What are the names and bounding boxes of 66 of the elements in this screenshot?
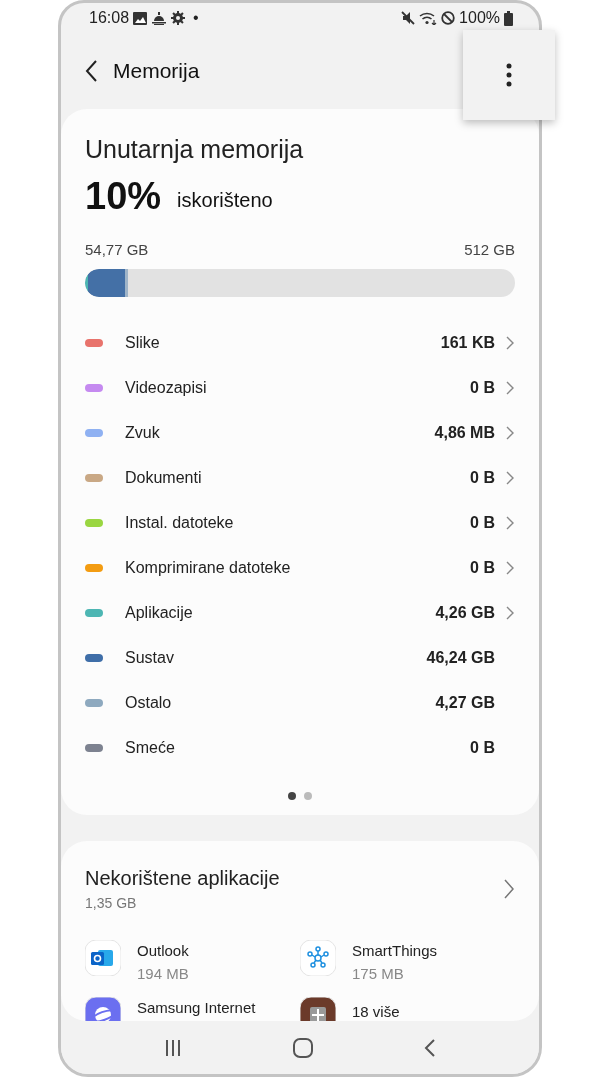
wifi-icon xyxy=(419,11,438,25)
app-name: 18 više xyxy=(352,1002,400,1021)
category-size: 4,27 GB xyxy=(435,692,495,713)
category-row[interactable]: Dokumenti 0 B xyxy=(85,455,515,500)
category-name: Ostalo xyxy=(125,692,172,713)
category-size: 0 B xyxy=(470,512,495,533)
category-row[interactable]: Aplikacije 4,26 GB xyxy=(85,590,515,635)
block-icon xyxy=(441,11,456,25)
usage-label: iskorišteno xyxy=(177,187,273,213)
outlook-icon xyxy=(85,940,121,976)
category-size: 0 B xyxy=(470,557,495,578)
battery-percent: 100% xyxy=(459,8,500,28)
app-name: SmartThings xyxy=(352,941,438,961)
category-row[interactable]: Slike 161 KB xyxy=(85,320,515,365)
usage-percent: 10% xyxy=(85,176,162,215)
page-indicator-dot[interactable] xyxy=(304,792,312,800)
more-icon xyxy=(506,63,512,87)
category-name: Smeće xyxy=(125,737,175,758)
category-size: 0 B xyxy=(470,377,495,398)
page-indicator-dot[interactable] xyxy=(288,792,296,800)
category-name: Videozapisi xyxy=(125,377,207,398)
category-row[interactable]: Sustav 46,24 GB xyxy=(85,635,515,680)
app-size: 194 MB xyxy=(137,963,189,984)
total-amount: 512 GB xyxy=(464,239,515,260)
battery-icon xyxy=(504,10,513,26)
category-row[interactable]: Instal. datoteke 0 B xyxy=(85,500,515,545)
back-button[interactable] xyxy=(85,60,97,82)
category-size: 4,86 MB xyxy=(434,422,495,443)
category-size: 0 B xyxy=(470,467,495,488)
network-icon xyxy=(300,940,336,976)
category-row[interactable]: Zvuk 4,86 MB xyxy=(85,410,515,455)
section-size: 1,35 GB xyxy=(85,894,138,913)
status-time: 16:08 xyxy=(89,8,130,28)
category-name: Dokumenti xyxy=(125,467,202,488)
used-amount: 54,77 GB xyxy=(85,239,149,260)
category-name: Instal. datoteke xyxy=(125,512,234,533)
app-name: Outlook xyxy=(137,941,189,961)
category-row[interactable]: Ostalo 4,27 GB xyxy=(85,680,515,725)
category-name: Aplikacije xyxy=(125,602,193,623)
app-name: Samsung Internet xyxy=(137,998,256,1018)
category-row[interactable]: Komprimirane datoteke 0 B xyxy=(85,545,515,590)
recent-apps-icon[interactable] xyxy=(164,1039,183,1057)
app-item[interactable]: SmartThings 175 MB xyxy=(300,940,515,985)
home-icon[interactable] xyxy=(293,1038,313,1058)
storage-title: Unutarnja memorija xyxy=(85,134,305,165)
back-icon[interactable] xyxy=(423,1039,436,1057)
category-size: 4,26 GB xyxy=(435,602,495,623)
category-row[interactable]: Videozapisi 0 B xyxy=(85,365,515,410)
category-size: 0 B xyxy=(470,737,495,758)
back-icon xyxy=(85,60,97,82)
category-name: Zvuk xyxy=(125,422,160,443)
chevron-icon xyxy=(503,878,515,899)
notification-dot: • xyxy=(193,8,199,28)
image-icon xyxy=(133,11,148,25)
category-size: 161 KB xyxy=(440,332,495,353)
page-title: Memorija xyxy=(113,58,200,85)
category-size: 46,24 GB xyxy=(426,647,495,668)
category-row[interactable]: Smeće 0 B xyxy=(85,725,515,770)
category-name: Komprimirane datoteke xyxy=(125,557,291,578)
category-name: Slike xyxy=(125,332,160,353)
category-name: Sustav xyxy=(125,647,174,668)
gear-icon xyxy=(171,11,186,25)
mute-icon xyxy=(401,11,416,25)
section-title: Nekorištene aplikacije xyxy=(85,866,280,891)
app-item[interactable]: Outlook 194 MB xyxy=(85,940,300,985)
app-size: 175 MB xyxy=(352,963,405,984)
